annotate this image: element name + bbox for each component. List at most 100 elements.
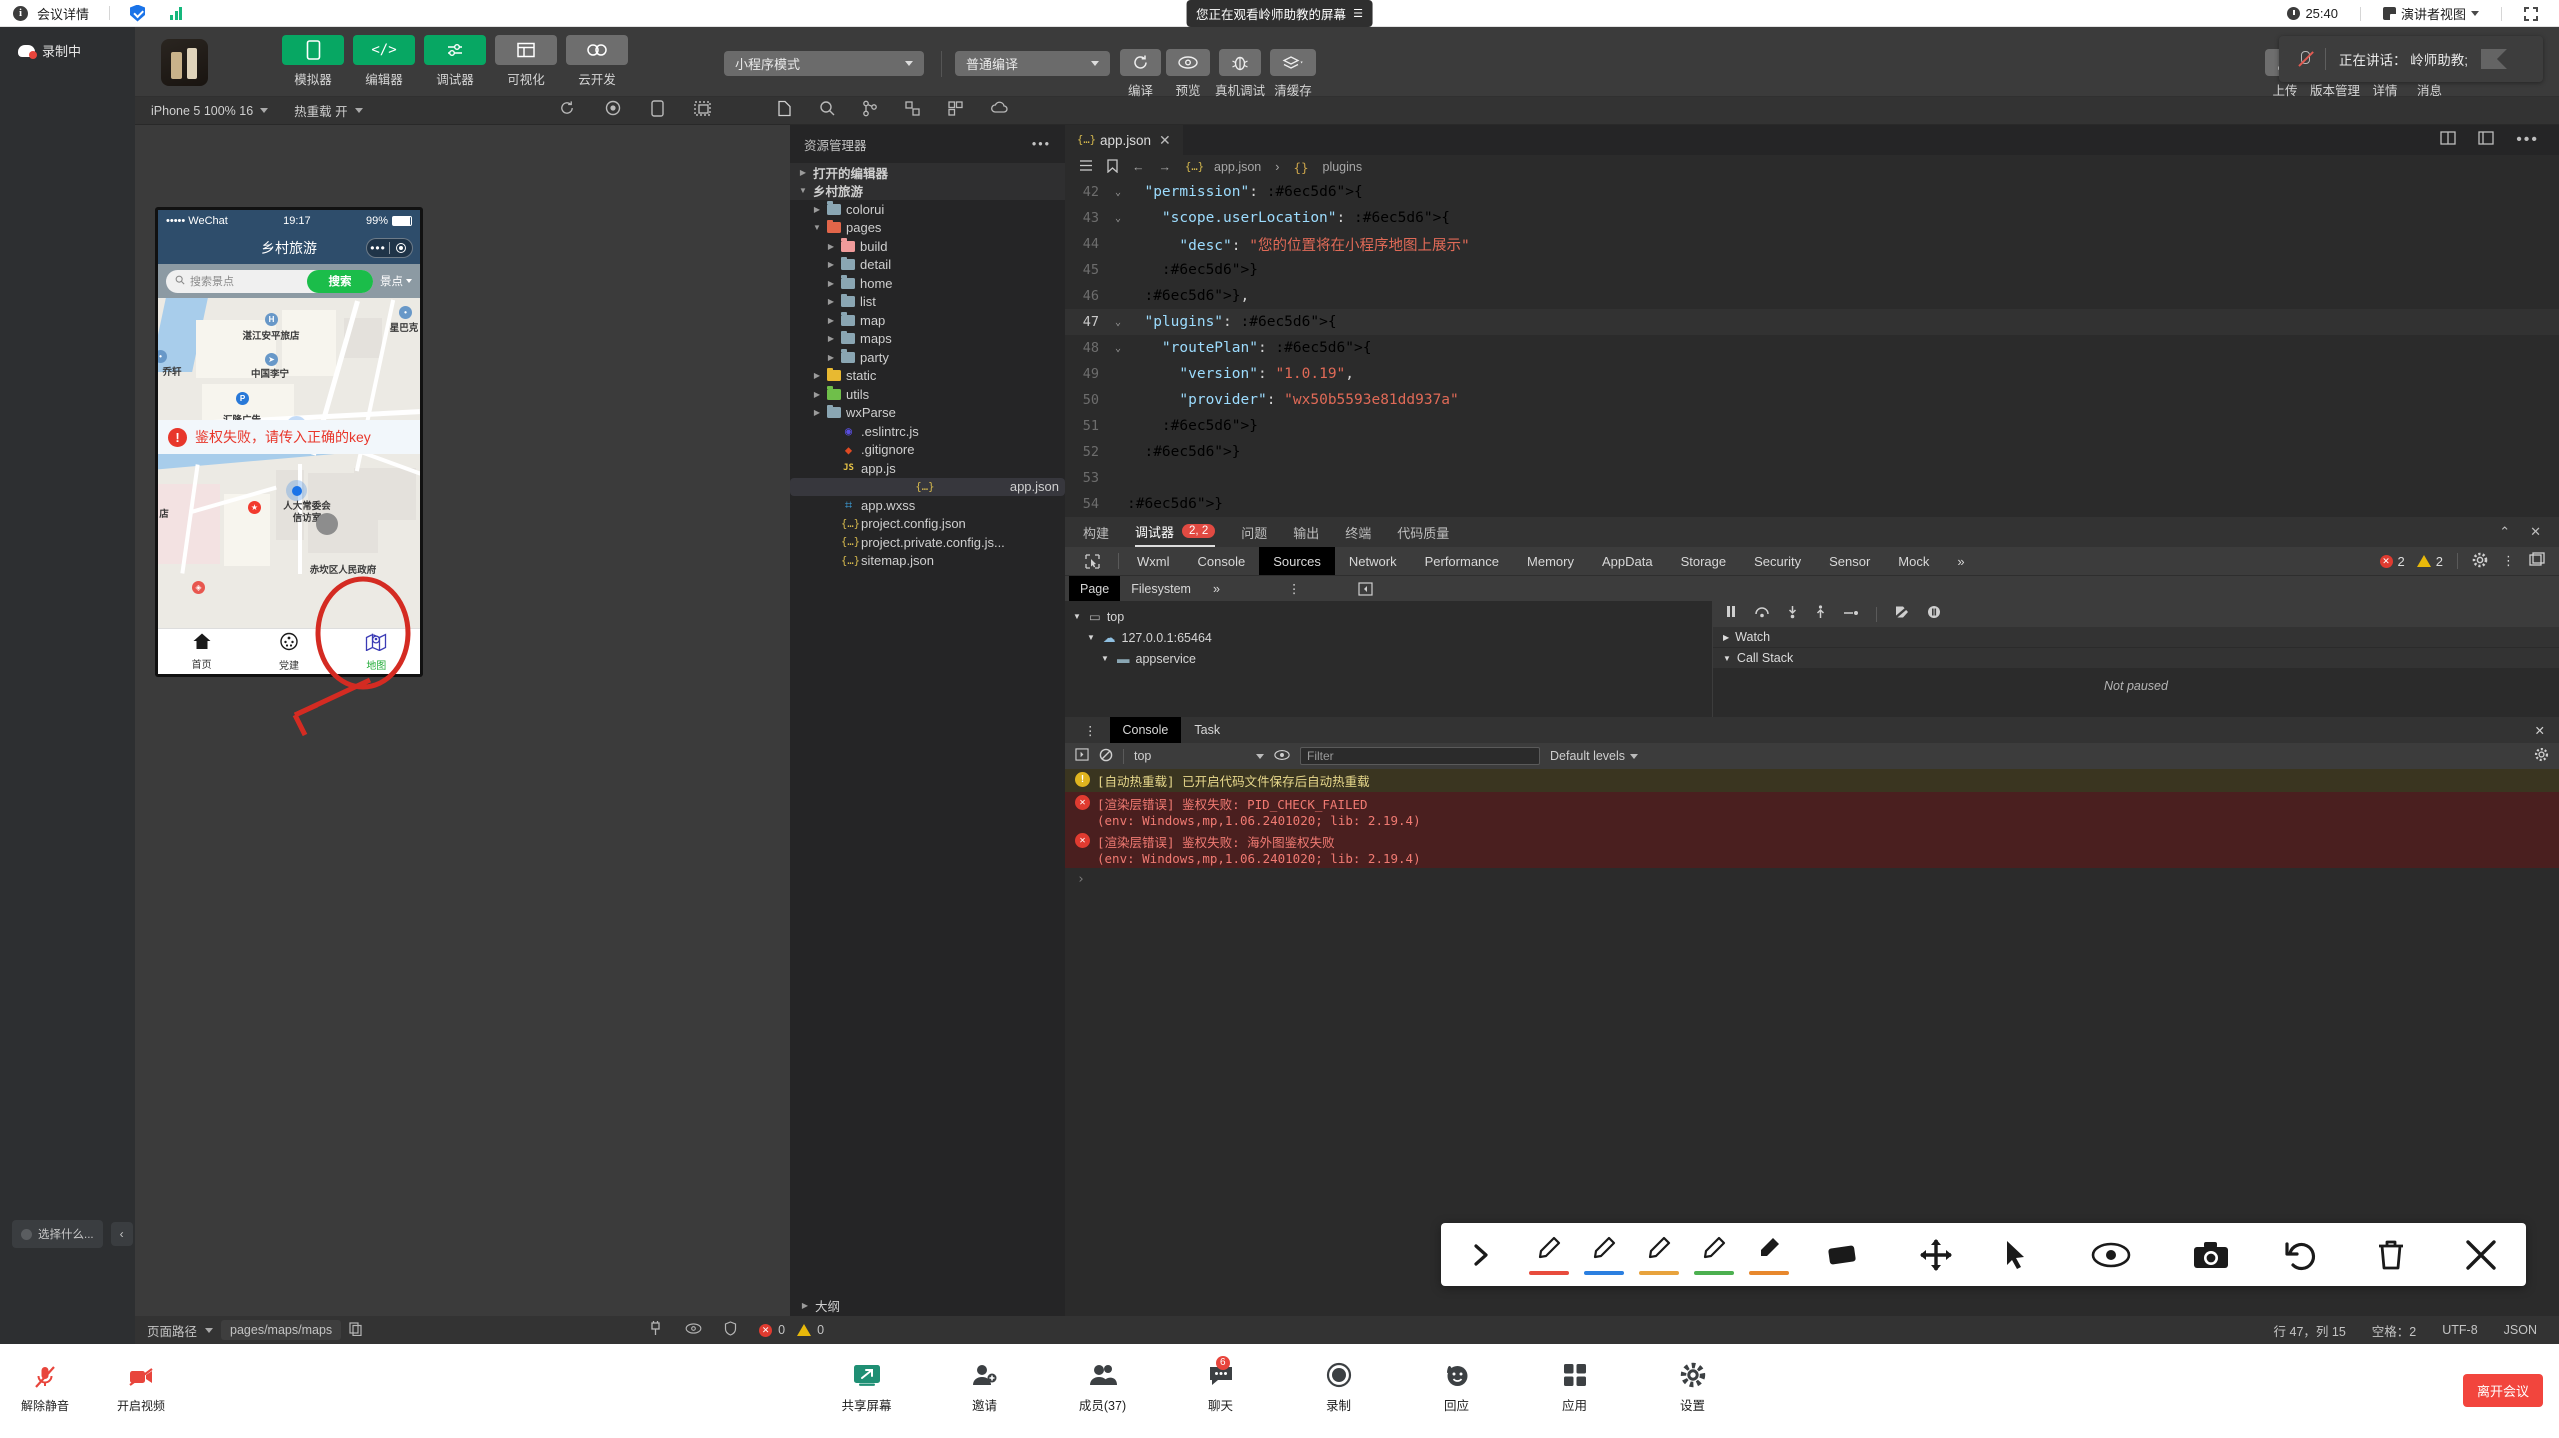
indent-setting[interactable]: 空格：2 [2372,1321,2416,1340]
tree-folder[interactable]: ▶ utils [790,385,1065,404]
pen-orange[interactable] [1631,1235,1686,1275]
more-options-icon[interactable]: ☰ [1353,7,1363,20]
code-line[interactable]: 46 :#6ec5d6">}, [1065,283,2559,309]
panel-collapse-icon[interactable] [1347,576,1384,602]
toolbar-button-editor[interactable]: </> 编辑器 [353,35,415,88]
tree-folder[interactable]: ▶ map [790,311,1065,330]
taskbar-invite[interactable]: 邀请 [952,1360,1018,1414]
gear-icon[interactable] [2534,747,2549,765]
tree-section[interactable]: ▶ 打开的编辑器 [790,163,1065,182]
console-message[interactable]: ✕ [渲染层错误] 鉴权失败: 海外图鉴权失败 (env: Windows,mp,1… [1065,830,2559,868]
chevron-up-icon[interactable]: ⌃ [2499,524,2510,540]
search-button[interactable]: 搜索 [307,269,373,293]
highlighter[interactable] [1741,1235,1796,1275]
code-line[interactable]: 52 :#6ec5d6">} [1065,439,2559,465]
map-pin[interactable]: ★ [248,501,261,514]
meeting-info-group[interactable]: i 会议详情 [0,4,183,23]
chevron-down-icon[interactable] [205,1327,214,1333]
encoding[interactable]: UTF-8 [2442,1323,2477,1337]
code-line[interactable]: 47 ⌄ "plugins": :#6ec5d6">{ [1065,309,2559,335]
drawer-tab-console[interactable]: Console [1109,717,1182,743]
dock-icon[interactable] [2529,552,2545,570]
deactivate-breakpoints-icon[interactable] [1894,604,1910,624]
taskbar-settings[interactable]: 设置 [1660,1360,1726,1414]
phone-tab-map[interactable]: 地图 [333,632,420,672]
console-filter-input[interactable]: Filter [1300,747,1540,765]
fold-toggle-icon[interactable]: ⌄ [1109,343,1127,354]
poi-filter-select[interactable]: 景点 [380,273,412,289]
devtools-tab-security[interactable]: Security [1740,547,1815,575]
devtools-tab-mock[interactable]: Mock [1884,547,1943,575]
layout-icon[interactable] [2478,130,2494,150]
close-icon[interactable]: ✕ [2535,723,2559,738]
devtools-tab-storage[interactable]: Storage [1667,547,1741,575]
view-mode-select[interactable]: 演讲者视图 [2372,4,2490,23]
code-line[interactable]: 50 "provider": "wx50b5593e81dd937a" [1065,387,2559,413]
breadcrumb-symbol[interactable]: plugins [1323,160,1363,174]
pen-red[interactable] [1521,1235,1576,1275]
search-input[interactable]: 搜索景点 搜索 [166,269,373,293]
trash-icon[interactable] [2346,1239,2436,1271]
eye-icon[interactable] [2056,1242,2166,1268]
step-into-icon[interactable] [1787,605,1798,624]
code-line[interactable]: 43 ⌄ "scope.userLocation": :#6ec5d6">{ [1065,205,2559,231]
code-line[interactable]: 48 ⌄ "routePlan": :#6ec5d6">{ [1065,335,2559,361]
toolbar-button-simulator[interactable]: 模拟器 [282,35,344,88]
toolbar-button-cloud[interactable]: 云开发 [566,35,628,88]
page-path-value[interactable]: pages/maps/maps [221,1320,342,1340]
more-tabs-icon[interactable]: » [1943,547,1978,575]
undo-icon[interactable] [2256,1239,2346,1271]
map-pin[interactable]: • [399,306,412,319]
outline-icon[interactable] [1079,159,1093,175]
map-pin[interactable]: H [265,313,278,326]
console-message[interactable]: ! [自动热重载] 已开启代码文件保存后自动热重载 [1065,769,2559,792]
more-vertical-icon[interactable]: ⋮ [1071,717,1110,743]
tree-file[interactable]: ⌗ app.wxss [790,496,1065,515]
device-select[interactable]: iPhone 5 100% 16 [135,104,269,118]
step-out-icon[interactable] [1815,604,1826,624]
more-vertical-icon[interactable]: ⋮ [1277,576,1312,602]
tree-file[interactable]: ◆ .gitignore [790,441,1065,460]
pause-on-exceptions-icon[interactable] [1927,605,1941,624]
map-pin[interactable]: ◈ [192,581,205,594]
panel-tab-codequality[interactable]: 代码质量 [1397,523,1449,542]
tree-folder[interactable]: ▶ build [790,237,1065,256]
drawer-tab-task[interactable]: Task [1181,717,1233,743]
split-icon[interactable] [693,100,711,121]
taskbar-unmute[interactable]: 解除静音 [12,1362,78,1414]
sources-more-icon[interactable]: » [1202,576,1231,602]
more-icon[interactable]: ••• [2516,131,2539,149]
code-line[interactable]: 54:#6ec5d6">} [1065,491,2559,517]
cloud-icon[interactable] [990,101,1009,120]
devtools-tab-memory[interactable]: Memory [1513,547,1588,575]
error-count-badge[interactable]: ✕ 2 2 [2379,554,2443,569]
split-editor-icon[interactable] [2440,130,2456,150]
devtools-tab-sources[interactable]: Sources [1259,547,1335,575]
tree-folder[interactable]: ▶ maps [790,330,1065,349]
devtools-tab-performance[interactable]: Performance [1411,547,1513,575]
live-expression-icon[interactable] [1274,749,1290,764]
step-icon[interactable] [1843,605,1859,623]
editor-tab-appjson[interactable]: {…} app.json ✕ [1065,125,1184,155]
extensions-icon[interactable] [947,100,964,122]
sources-tab-filesystem[interactable]: Filesystem [1120,576,1202,602]
panel-tab-debugger[interactable]: 调试器 2, 2 [1135,517,1216,547]
record-icon[interactable] [605,100,621,121]
inspect-icon[interactable] [1071,547,1114,575]
panel-tab-build[interactable]: 构建 [1083,523,1109,542]
step-over-icon[interactable] [1754,605,1770,623]
map-pin[interactable]: ➤ [265,353,278,366]
project-thumbnail[interactable] [161,39,208,86]
tree-file[interactable]: ◉ .eslintrc.js [790,422,1065,441]
taskbar-share-screen[interactable]: 共享屏幕 [834,1360,900,1414]
bookmark-icon[interactable] [1107,158,1118,176]
toolbar-button-preview[interactable]: 预览 [1166,49,1210,99]
close-icon[interactable]: ✕ [2530,524,2541,540]
gear-icon[interactable] [2472,552,2488,571]
devtools-tab-wxml[interactable]: Wxml [1123,547,1184,575]
cursor-position[interactable]: 行 47，列 15 [2274,1321,2346,1340]
move-icon[interactable] [1896,1238,1976,1272]
toolbar-button-compile[interactable]: 编译 [1120,49,1161,99]
tree-file[interactable]: JS app.js [790,459,1065,478]
code-line[interactable]: 49 "version": "1.0.19", [1065,361,2559,387]
